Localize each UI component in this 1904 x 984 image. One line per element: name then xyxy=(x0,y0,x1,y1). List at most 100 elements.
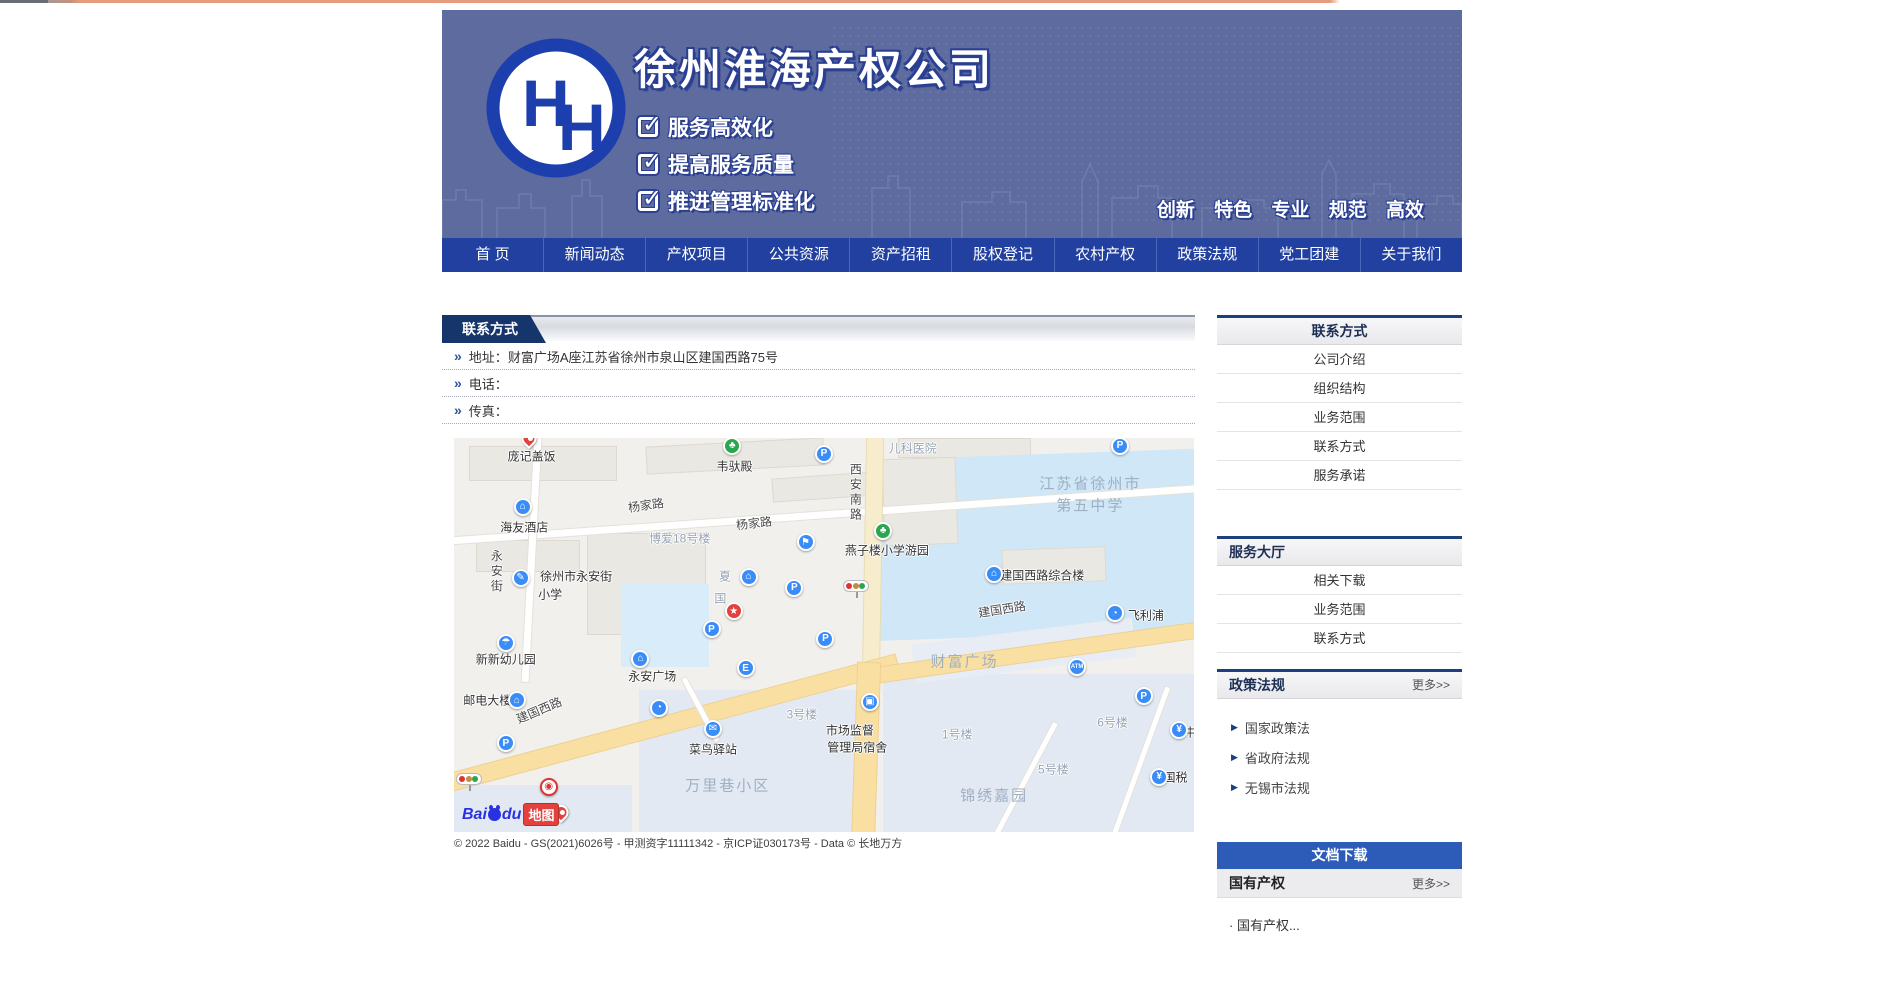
arrow-right-icon: ▶ xyxy=(1231,782,1238,793)
sidebar-item[interactable]: 业务范围 xyxy=(1217,595,1462,624)
slogan-text: 提高服务质量 xyxy=(668,149,794,179)
nav-item[interactable]: 资产招租 xyxy=(850,238,952,272)
nav-item[interactable]: 首 页 xyxy=(442,238,544,272)
map-copyright: © 2022 Baidu - GS(2021)6026号 - 甲测资字11111… xyxy=(454,835,1195,851)
nav-item[interactable]: 新闻动态 xyxy=(544,238,646,272)
sidebar-item[interactable]: 业务范围 xyxy=(1217,403,1462,432)
sidebar-link[interactable]: ▶ 无锡市法规 xyxy=(1231,778,1448,797)
traffic-dot xyxy=(466,776,472,782)
atm-icon[interactable]: ATM xyxy=(1068,658,1086,676)
more-link[interactable]: 更多>> xyxy=(1412,875,1450,892)
nav-item[interactable]: 关于我们 xyxy=(1361,238,1462,272)
cainiao-station-icon[interactable]: ✉ xyxy=(704,720,722,738)
arrow-right-icon: ▶ xyxy=(1231,752,1238,763)
checkbox-icon xyxy=(638,191,658,211)
map-building-block xyxy=(469,446,617,481)
sidebar-link[interactable]: ▶ 国家政策法 xyxy=(1231,718,1448,737)
sidebar-item[interactable]: 联系方式 xyxy=(1217,624,1462,653)
poi-icon[interactable]: ◔ xyxy=(650,699,668,717)
sidebar-item[interactable]: 组织结构 xyxy=(1217,374,1462,403)
page-container: H H 徐州淮海产权公司 服务高效化提高服务质量推进管理标准化 创新 特色 专业… xyxy=(442,10,1462,984)
philips-store-icon[interactable]: ◔ xyxy=(1106,604,1124,622)
parking-icon[interactable]: P xyxy=(497,734,515,752)
post-telecom-building-icon[interactable]: ⌂ xyxy=(508,691,526,709)
traffic-dot xyxy=(472,776,478,782)
download-category-title: 国有产权 xyxy=(1229,873,1285,893)
sidebar-item[interactable]: 服务承诺 xyxy=(1217,461,1462,490)
chevron-double-icon: » xyxy=(454,375,460,391)
baidu-map[interactable]: 庞记盖饭韦驮殿杨家路杨家路海友酒店博爱18号楼永安街徐州市永安街小学儿科医院西安… xyxy=(454,438,1194,832)
bank-icon[interactable]: ¥ xyxy=(1170,721,1188,739)
main-area: 联系方式 »地址：财富广场A座江苏省徐州市泉山区建国西路75号»电话：»传真： xyxy=(442,315,1462,984)
traffic-dot xyxy=(846,583,852,589)
baidu-maps-logo[interactable]: Bai du 地图 xyxy=(462,803,559,826)
traffic-dot xyxy=(459,776,465,782)
sidebar-item[interactable]: 公司介绍 xyxy=(1217,345,1462,374)
parking-icon[interactable]: P xyxy=(703,620,721,638)
charging-station-icon[interactable]: E xyxy=(737,659,755,677)
more-link[interactable]: 更多>> xyxy=(1412,672,1450,698)
map-label: 小学 xyxy=(538,585,562,602)
nav-item[interactable]: 政策法规 xyxy=(1157,238,1259,272)
parking-icon[interactable]: P xyxy=(1135,687,1153,705)
building-icon[interactable]: ⌂ xyxy=(740,568,758,586)
slogan-text: 服务高效化 xyxy=(668,112,773,142)
traffic-light-icon[interactable] xyxy=(456,773,482,785)
traffic-light-icon[interactable] xyxy=(843,580,869,592)
slogan-list: 服务高效化提高服务质量推进管理标准化 xyxy=(638,108,815,219)
contact-label: 电话： xyxy=(469,374,508,393)
contact-row: »地址：财富广场A座江苏省徐州市泉山区建国西路75号 xyxy=(442,343,1195,370)
download-item[interactable]: · 国有产权... xyxy=(1217,898,1462,968)
park-icon[interactable]: ♣ xyxy=(874,522,892,540)
metro-station-icon[interactable]: ◉ xyxy=(540,778,558,796)
sidebar-block-title: 服务大厅 xyxy=(1217,539,1462,566)
parking-icon[interactable]: P xyxy=(816,630,834,648)
office-building-icon[interactable]: ⌂ xyxy=(985,565,1003,583)
bus-stop-icon[interactable]: ▣ xyxy=(861,693,879,711)
tax-office-icon[interactable]: ¥ xyxy=(1150,768,1168,786)
sidebar-links-body: ▶国家政策法▶省政府法规▶无锡市法规 xyxy=(1217,699,1462,826)
parking-icon[interactable]: P xyxy=(785,579,803,597)
nav-item[interactable]: 产权项目 xyxy=(646,238,748,272)
sidebar-block-menu: 服务大厅相关下载业务范围联系方式 xyxy=(1217,536,1462,653)
download-category-row: 国有产权 更多>> xyxy=(1217,869,1462,898)
nav-item[interactable]: 农村产权 xyxy=(1055,238,1157,272)
baidu-logo-text: du xyxy=(502,806,522,824)
sidebar-link-text: 无锡市法规 xyxy=(1245,778,1310,797)
site-header: H H 徐州淮海产权公司 服务高效化提高服务质量推进管理标准化 创新 特色 专业… xyxy=(442,10,1462,238)
sidebar-block-title-text: 政策法规 xyxy=(1229,672,1285,698)
header-tagline: 创新 特色 专业 规范 高效 xyxy=(1157,195,1424,222)
content-column: 联系方式 »地址：财富广场A座江苏省徐州市泉山区建国西路75号»电话：»传真： xyxy=(442,315,1195,984)
chevron-double-icon: » xyxy=(454,348,460,364)
sidebar-block-title: 联系方式 xyxy=(1217,318,1462,345)
map-label: 夏 xyxy=(719,567,731,584)
plaza-building-icon[interactable]: ⌂ xyxy=(631,650,649,668)
traffic-dot xyxy=(853,583,859,589)
nav-item[interactable]: 公共资源 xyxy=(748,238,850,272)
sidebar-link[interactable]: ▶省政府法规 xyxy=(1231,748,1448,767)
arrow-right-icon: ▶ xyxy=(1231,722,1238,733)
contact-row: » 电话： xyxy=(442,370,1195,397)
map-road xyxy=(852,662,880,832)
map-label: 邮电大楼 xyxy=(463,692,511,709)
map-label: 国 xyxy=(714,589,726,606)
download-header: 文档下载 xyxy=(1217,842,1462,869)
nav-item[interactable]: 党工团建 xyxy=(1259,238,1361,272)
parking-icon[interactable]: P xyxy=(815,445,833,463)
section-title-bar: 联系方式 xyxy=(442,315,1195,341)
contact-label: 地址： xyxy=(469,347,508,366)
map-building-block xyxy=(882,456,959,545)
sidebar-item[interactable]: 相关下载 xyxy=(1217,566,1462,595)
baidu-paw-icon xyxy=(488,808,501,821)
slogan-row: 服务高效化 xyxy=(638,108,815,145)
poi-icon[interactable]: ⚑ xyxy=(797,533,815,551)
sidebar-link-text: 国家政策法 xyxy=(1245,718,1310,737)
company-location-marker-icon[interactable]: ★ xyxy=(725,602,743,620)
primary-school-icon[interactable]: ✎ xyxy=(512,569,530,587)
kindergarten-icon[interactable]: ☂ xyxy=(497,634,515,652)
sidebar-item[interactable]: 联系方式 xyxy=(1217,432,1462,461)
map-label: 永安广场 xyxy=(628,668,676,685)
hotel-icon[interactable]: ⌂ xyxy=(514,498,532,516)
nav-item[interactable]: 股权登记 xyxy=(952,238,1054,272)
contact-row: »传真： xyxy=(442,397,1195,424)
